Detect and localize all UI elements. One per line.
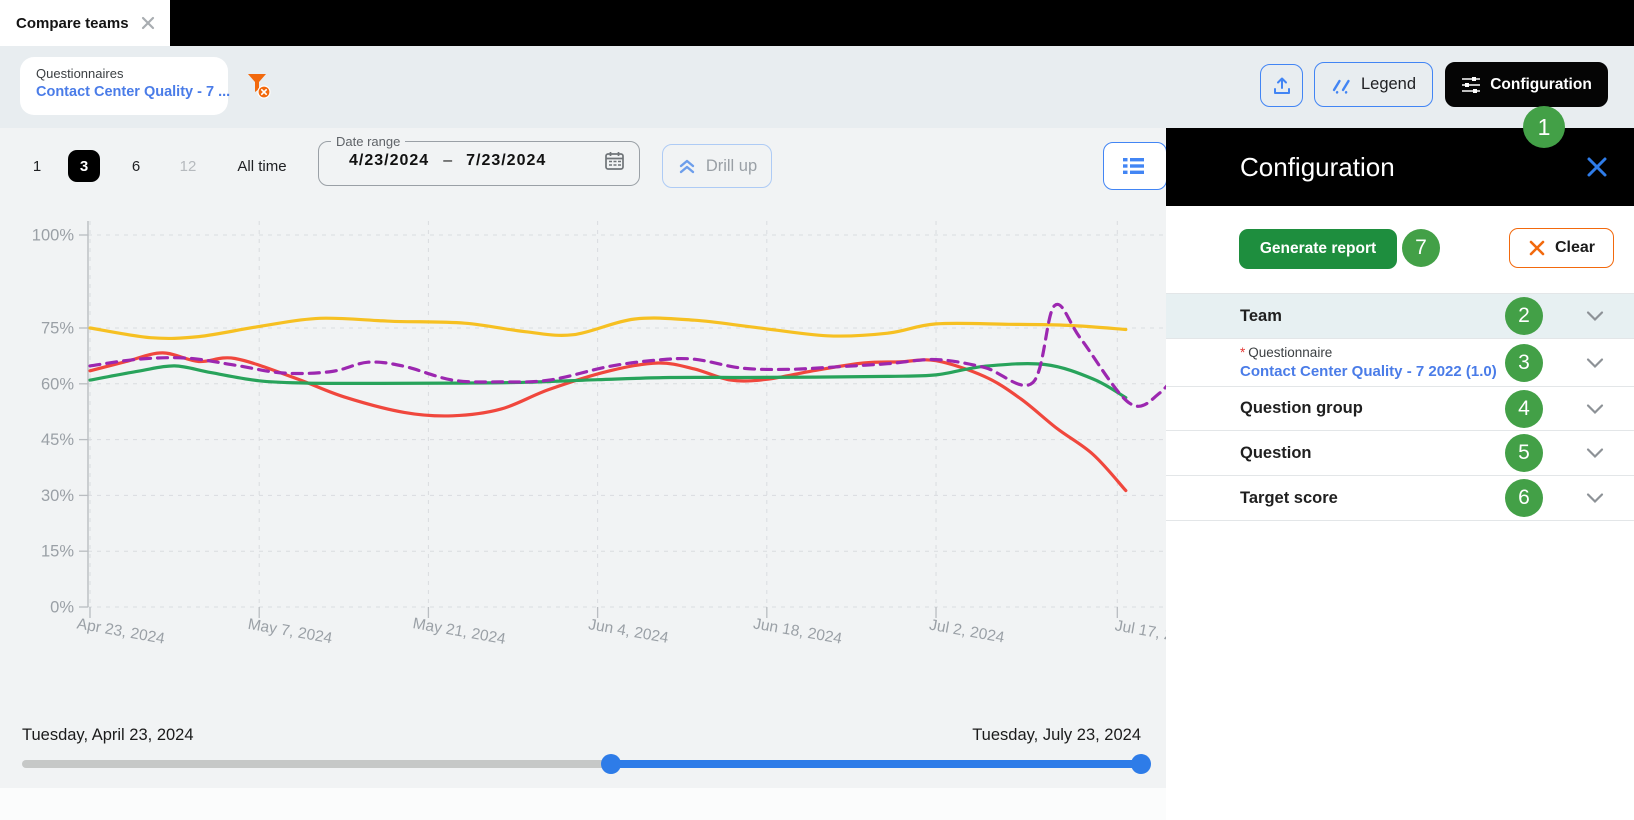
section-target-score[interactable]: Target score 6 [1166,476,1634,521]
clear-button[interactable]: Clear [1509,228,1614,268]
chip-value: Contact Center Quality - 7 ... [36,84,231,100]
svg-text:May 7, 2024: May 7, 2024 [247,616,334,648]
legend-button-label: Legend [1360,75,1417,93]
close-tab-icon[interactable] [140,15,156,31]
svg-text:15%: 15% [41,543,74,561]
chevron-down-icon[interactable] [1586,448,1604,459]
close-panel-icon[interactable] [1584,154,1610,180]
svg-text:100%: 100% [32,227,75,245]
svg-text:Jul 2, 2024: Jul 2, 2024 [928,617,1006,647]
section-target-score-label: Target score [1240,488,1338,507]
svg-text:Jul 17, 20: Jul 17, 20 [1114,617,1166,645]
timeline-end-label: Tuesday, July 23, 2024 [972,726,1141,744]
panel-title: Configuration [1240,151,1395,182]
chevron-down-icon[interactable] [1586,403,1604,414]
configuration-button-label: Configuration [1490,75,1592,93]
chevron-down-icon[interactable] [1586,311,1604,322]
questionnaire-value-link[interactable]: Contact Center Quality - 7 2022 (1.0) [1240,363,1497,380]
section-questionnaire[interactable]: * Questionnaire Contact Center Quality - … [1166,339,1634,387]
required-asterisk: * [1240,345,1246,360]
export-button[interactable] [1260,64,1303,107]
chip-label: Questionnaires [36,66,124,81]
svg-text:Jun 18, 2024: Jun 18, 2024 [752,615,844,647]
chevron-down-icon[interactable] [1586,493,1604,504]
timeline-handle-end[interactable] [1131,754,1151,774]
legend-icon [1332,79,1350,94]
annotation-badge-1: 1 [1523,106,1565,148]
svg-text:Apr 23, 2024: Apr 23, 2024 [76,615,167,647]
chart-area: 1 3 6 12 All time Date range 4/23/2024 –… [0,128,1166,820]
timeline-handle-start[interactable] [601,754,621,774]
questionnaires-filter-chip[interactable]: Questionnaires Contact Center Quality - … [20,57,231,115]
svg-text:75%: 75% [41,320,74,338]
top-bar: Compare teams [0,0,1634,46]
sliders-icon [1462,76,1481,93]
annotation-badge-7: 7 [1402,229,1440,267]
tab-title: Compare teams [16,14,129,32]
svg-text:Jun 4, 2024: Jun 4, 2024 [587,616,670,647]
section-team-label: Team [1240,306,1282,325]
comparison-line-chart: 0% 15% 30% 45% 60% 75% 100% Apr 23, 2024 May 7, … [32,221,1166,648]
svg-text:60%: 60% [41,375,74,393]
svg-text:May 21, 2024: May 21, 2024 [411,615,507,648]
section-question-group[interactable]: Question group 4 [1166,387,1634,431]
clear-x-icon [1529,240,1545,256]
timeline-track-active [611,760,1141,768]
legend-button[interactable]: Legend [1314,62,1433,107]
annotation-badge-6: 6 [1505,479,1543,517]
clear-filter-icon[interactable] [246,72,272,100]
bottom-strip [0,788,1166,820]
section-question[interactable]: Question 5 [1166,431,1634,476]
svg-text:45%: 45% [41,431,74,449]
timeline-track[interactable] [22,760,1148,768]
configuration-panel: Configuration Generate report 7 Clear Te… [1166,128,1634,820]
annotation-badge-4: 4 [1505,389,1543,428]
timeline-start-label: Tuesday, April 23, 2024 [22,726,194,744]
upload-icon [1273,77,1290,94]
configuration-accordion: Team 2 * Questionnaire Contact Center Qua… [1166,293,1634,521]
toolbar: Questionnaires Contact Center Quality - … [0,46,1634,128]
generate-report-button[interactable]: Generate report [1239,229,1397,269]
configuration-panel-header: Configuration [1166,128,1634,206]
clear-button-label: Clear [1554,239,1596,256]
section-team[interactable]: Team 2 [1166,293,1634,339]
configuration-button[interactable]: Configuration [1445,62,1608,107]
section-question-group-label: Question group [1240,399,1363,417]
svg-text:0%: 0% [50,599,74,617]
annotation-badge-2: 2 [1505,297,1543,335]
svg-text:30%: 30% [41,487,74,505]
section-question-label: Question [1240,443,1312,462]
chevron-down-icon[interactable] [1586,357,1604,368]
annotation-badge-3: 3 [1505,343,1543,382]
annotation-badge-5: 5 [1505,434,1543,472]
section-questionnaire-label: * Questionnaire [1240,345,1333,360]
tab-compare-teams[interactable]: Compare teams [0,0,170,46]
